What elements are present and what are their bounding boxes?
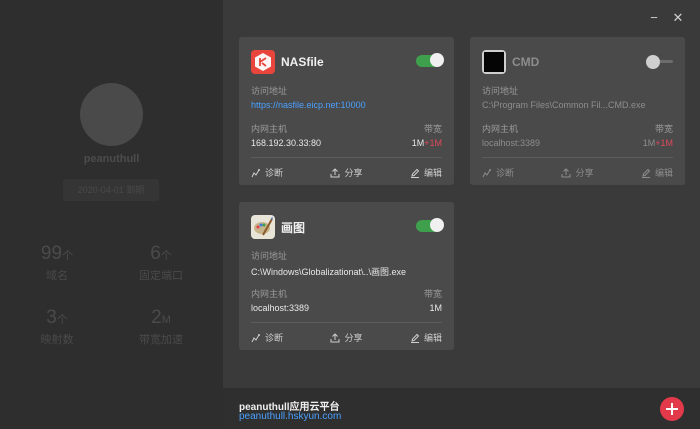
app-name: 画图 [281, 220, 306, 235]
app-name: NASfile [281, 55, 324, 69]
bandwidth-value: 1M+1M [411, 138, 442, 148]
app-card-nasfile[interactable]: NASfile 访问地址 https://nasfile.eicp.net:10… [239, 37, 454, 185]
share-button[interactable]: 分享 [330, 166, 363, 179]
minimize-button[interactable]: − [647, 11, 661, 25]
stat-fixed-ports: 6个 固定端口 [139, 243, 183, 282]
share-icon [330, 167, 340, 177]
stat-domains: 99个 域名 [40, 243, 74, 282]
nasfile-icon [251, 50, 275, 74]
diagnose-icon [251, 333, 260, 342]
address-label: 访问地址 [251, 86, 288, 96]
enable-toggle[interactable] [416, 53, 444, 67]
expiry-badge: 2020-04-01 到期 [63, 179, 159, 201]
diagnose-button[interactable]: 诊断 [482, 166, 514, 179]
address-label: 访问地址 [482, 86, 519, 96]
bandwidth-label: 带宽 [423, 289, 442, 299]
app-name: CMD [512, 55, 540, 69]
address-label: 访问地址 [251, 251, 288, 261]
host-label: 内网主机 [482, 124, 519, 134]
divider [251, 157, 442, 158]
host-value: localhost:3389 [251, 303, 310, 313]
divider [482, 157, 673, 158]
main-panel: − ✕ NASfile 访问地址 https://nasfile.eicp.ne… [223, 0, 700, 429]
edit-icon [641, 168, 651, 178]
host-value: 168.192.30.33:80 [251, 138, 322, 148]
bandwidth-value: 1M [429, 303, 442, 313]
avatar[interactable] [80, 83, 143, 146]
edit-icon [410, 333, 420, 343]
address-value: C:\Windows\Globalizationat\..\画图.exe [251, 267, 407, 277]
enable-toggle[interactable] [646, 55, 673, 69]
close-button[interactable]: ✕ [671, 11, 685, 25]
paint-icon [251, 215, 275, 239]
bandwidth-value: 1M+1M [642, 138, 673, 148]
app-card-cmd[interactable]: CMD 访问地址 C:\Program Files\Common Fil...C… [470, 37, 685, 185]
edit-icon [410, 168, 420, 178]
app-card-paint[interactable]: 画图 访问地址 C:\Windows\Globalizationat\..\画图… [239, 202, 454, 350]
edit-button[interactable]: 编辑 [410, 331, 442, 344]
share-icon [330, 332, 340, 342]
platform-link[interactable]: peanuthull.hskyun.com [239, 411, 341, 422]
bandwidth-label: 带宽 [654, 124, 673, 134]
edit-button[interactable]: 编辑 [641, 166, 673, 179]
stat-bandwidth-boost: 2M 带宽加速 [139, 307, 183, 346]
username: peanuthull [83, 153, 140, 165]
host-value: localhost:3389 [482, 138, 541, 148]
footer-bar: peanuthull应用云平台 peanuthull.hskyun.com [223, 388, 700, 429]
address-link[interactable]: https://nasfile.eicp.net:10000 [251, 100, 366, 110]
bandwidth-label: 带宽 [423, 124, 442, 134]
edit-button[interactable]: 编辑 [410, 166, 442, 179]
stat-mappings: 3个 映射数 [40, 307, 74, 346]
address-value: C:\Program Files\Common Fil...CMD.exe [482, 100, 646, 110]
share-button[interactable]: 分享 [330, 331, 363, 344]
share-button[interactable]: 分享 [561, 166, 594, 179]
host-label: 内网主机 [251, 289, 288, 299]
share-icon [561, 167, 571, 177]
add-app-button[interactable] [660, 397, 684, 421]
diagnose-button[interactable]: 诊断 [251, 331, 283, 344]
profile-sidebar: peanuthull 2020-04-01 到期 99个 域名 6个 固定端口 … [0, 0, 223, 429]
diagnose-icon [482, 168, 491, 177]
enable-toggle[interactable] [416, 218, 444, 232]
diagnose-button[interactable]: 诊断 [251, 166, 283, 179]
divider [251, 322, 442, 323]
diagnose-icon [251, 168, 260, 177]
host-label: 内网主机 [251, 124, 288, 134]
cmd-icon [482, 50, 506, 74]
